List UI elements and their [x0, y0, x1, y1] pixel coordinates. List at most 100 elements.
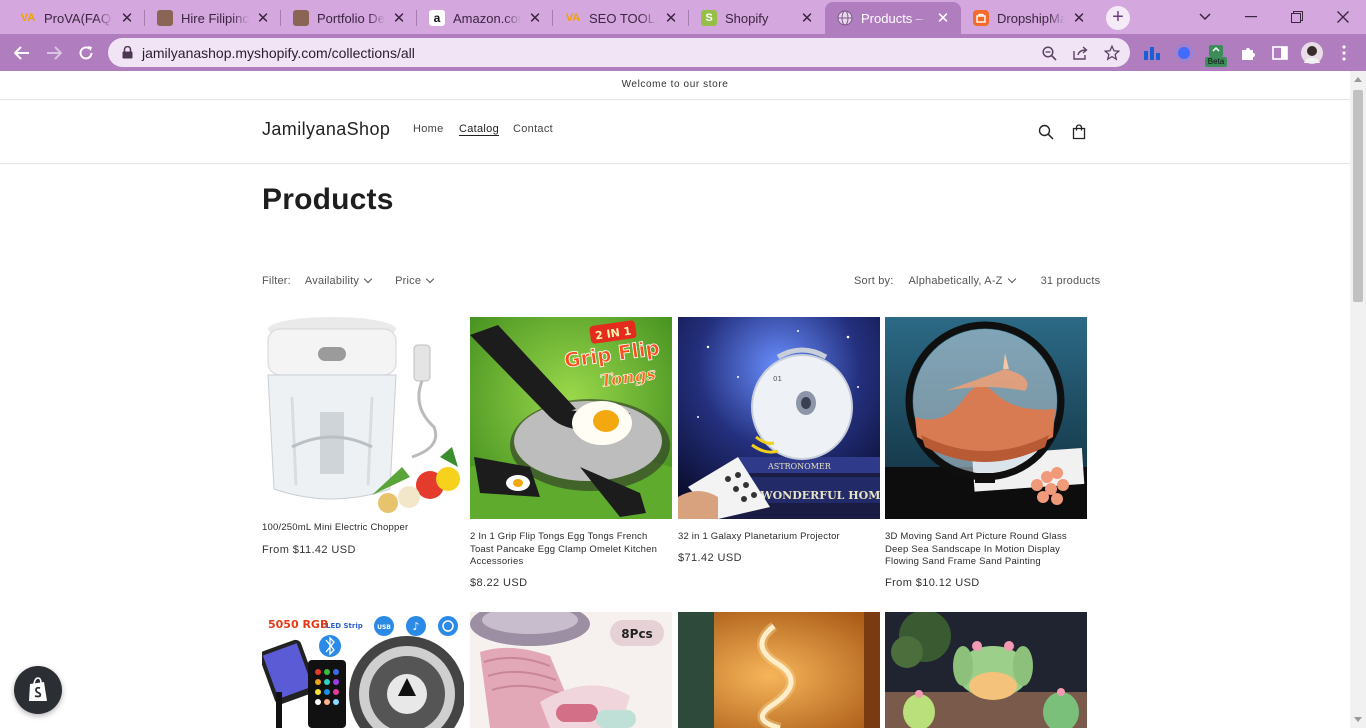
restore-button[interactable] [1274, 0, 1320, 34]
lock-icon[interactable] [120, 46, 134, 60]
search-icon[interactable] [1035, 121, 1057, 143]
product-image-towels[interactable]: 8Pcs [470, 612, 672, 728]
image-label-text: USB [377, 624, 391, 631]
zoom-icon[interactable] [1040, 44, 1058, 62]
va-logo-icon: VA [20, 12, 36, 24]
browser-tab-dropshipman[interactable]: DropshipMan ✕ [961, 2, 1097, 34]
browser-tab-strip: VA ProVA(FAQ) - ✕ Hire Filipino V ✕ Port… [0, 0, 1366, 34]
url-text[interactable]: jamilyanashop.myshopify.com/collections/… [142, 45, 415, 61]
browser-menu-icon[interactable] [1333, 42, 1355, 64]
sort-dropdown[interactable]: Alphabetically, A-Z [908, 274, 1016, 287]
bookmark-star-icon[interactable] [1103, 44, 1121, 62]
browser-tab-shopify[interactable]: S Shopify ✕ [689, 2, 825, 34]
tab-title: Products – Ja [861, 10, 929, 26]
scroll-down-arrow-icon[interactable] [1354, 717, 1362, 722]
chevron-down-icon [1199, 13, 1211, 21]
side-panel-icon[interactable] [1269, 42, 1291, 64]
product-image-cactus-cushion[interactable] [885, 612, 1087, 728]
nav-link-catalog[interactable]: Catalog [459, 123, 499, 135]
close-tab-icon[interactable]: ✕ [663, 9, 679, 27]
globe-icon [837, 10, 853, 26]
store-logo[interactable]: JamilyanaShop [262, 119, 390, 140]
restore-icon [1291, 11, 1303, 23]
page-scrollbar[interactable] [1350, 71, 1366, 728]
product-image-tongs[interactable]: 2 IN 1 Grip Flip Tongs [470, 317, 672, 519]
product-title[interactable]: 3D Moving Sand Art Picture Round Glass D… [885, 531, 1085, 569]
filter-price-dropdown[interactable]: Price [395, 274, 435, 287]
filter-bar: Filter: Availability Price [262, 274, 435, 287]
shopify-bag-icon[interactable] [14, 666, 62, 714]
image-label-text: 01 [773, 375, 782, 383]
product-image-chopper[interactable] [262, 317, 464, 519]
extension-sparkle-icon[interactable] [1173, 42, 1195, 64]
close-tab-icon[interactable]: ✕ [527, 9, 543, 27]
reload-icon [79, 46, 93, 60]
close-tab-icon[interactable]: ✕ [799, 9, 815, 27]
avatar-icon [157, 10, 173, 26]
sort-bar: Sort by: Alphabetically, A-Z 31 products [854, 274, 1101, 287]
scroll-up-arrow-icon[interactable] [1354, 77, 1362, 82]
address-bar[interactable]: jamilyanashop.myshopify.com/collections/… [108, 38, 1130, 67]
tab-search-button[interactable] [1182, 0, 1228, 34]
product-title[interactable]: 2 In 1 Grip Flip Tongs Egg Tongs French … [470, 531, 670, 569]
back-button[interactable] [8, 39, 36, 67]
browser-toolbar: jamilyanashop.myshopify.com/collections/… [0, 34, 1366, 71]
image-badge-text: 8Pcs [621, 627, 652, 641]
product-image-led-strip[interactable]: 5050 RGB LED Strip USB ♪ [262, 612, 464, 728]
close-tab-icon[interactable]: ✕ [1071, 9, 1087, 27]
nav-link-home[interactable]: Home [413, 123, 444, 135]
product-image-projector[interactable]: ASTRONOMER E WONDERFUL HOMELIFE 01 [678, 317, 880, 519]
tab-title: Portfolio Deta [317, 10, 385, 26]
minimize-icon [1245, 16, 1257, 18]
new-tab-button[interactable]: + [1106, 6, 1130, 30]
tab-title: DropshipMan [997, 10, 1065, 26]
extensions-puzzle-icon[interactable] [1237, 42, 1259, 64]
product-price: From $10.12 USD [885, 577, 980, 589]
avatar-icon [293, 10, 309, 26]
product-title[interactable]: 100/250mL Mini Electric Chopper [262, 522, 462, 535]
browser-tab-hire-filipino[interactable]: Hire Filipino V ✕ [145, 2, 281, 34]
chevron-down-icon [363, 274, 373, 284]
sort-label: Sort by: [854, 275, 894, 287]
filter-availability-dropdown[interactable]: Availability [305, 274, 373, 287]
extension-analytics-icon[interactable] [1141, 42, 1163, 64]
tab-title: ProVA(FAQ) - [44, 10, 113, 26]
minimize-button[interactable] [1228, 0, 1274, 34]
browser-tab-products-active[interactable]: Products – Ja ✕ [825, 2, 961, 34]
dropshipman-icon [973, 10, 989, 26]
forward-button[interactable] [40, 39, 68, 67]
product-image-spiral-lamp[interactable] [678, 612, 880, 728]
page-title: Products [262, 183, 394, 216]
tab-title: Hire Filipino V [181, 10, 249, 26]
browser-tab-prova[interactable]: VA ProVA(FAQ) - ✕ [8, 2, 145, 34]
extension-beta-badge: Beta [1205, 57, 1227, 67]
profile-avatar[interactable] [1301, 42, 1323, 64]
close-tab-icon[interactable]: ✕ [391, 9, 407, 27]
image-book-text: ASTRONOMER [767, 462, 832, 471]
close-window-button[interactable] [1320, 0, 1366, 34]
filter-price-label: Price [395, 275, 422, 287]
product-price: From $11.42 USD [262, 544, 356, 556]
close-tab-icon[interactable]: ✕ [935, 9, 951, 27]
nav-link-contact[interactable]: Contact [513, 123, 553, 135]
close-icon [1337, 11, 1349, 23]
scrollbar-thumb[interactable] [1353, 90, 1363, 302]
product-count: 31 products [1040, 275, 1101, 287]
product-price: $71.42 USD [678, 552, 742, 564]
cart-icon[interactable] [1068, 121, 1090, 143]
share-icon[interactable] [1071, 44, 1089, 62]
browser-tab-portfolio[interactable]: Portfolio Deta ✕ [281, 2, 417, 34]
reload-button[interactable] [72, 39, 100, 67]
browser-tab-amazon[interactable]: a Amazon.com ✕ [417, 2, 553, 34]
arrow-left-icon [14, 46, 29, 60]
svg-text:♪: ♪ [412, 620, 419, 633]
close-tab-icon[interactable]: ✕ [119, 9, 135, 27]
close-tab-icon[interactable]: ✕ [255, 9, 271, 27]
product-image-sand-art[interactable] [885, 317, 1087, 519]
image-title-text: 5050 RGB [268, 618, 328, 631]
browser-tab-seo-tools[interactable]: VA SEO TOOLS | ✕ [553, 2, 689, 34]
image-subtitle-text: LED Strip [326, 622, 363, 630]
store-header: JamilyanaShop Home Catalog Contact [0, 100, 1350, 164]
sort-value: Alphabetically, A-Z [908, 275, 1003, 287]
product-title[interactable]: 32 in 1 Galaxy Planetarium Projector [678, 531, 878, 544]
